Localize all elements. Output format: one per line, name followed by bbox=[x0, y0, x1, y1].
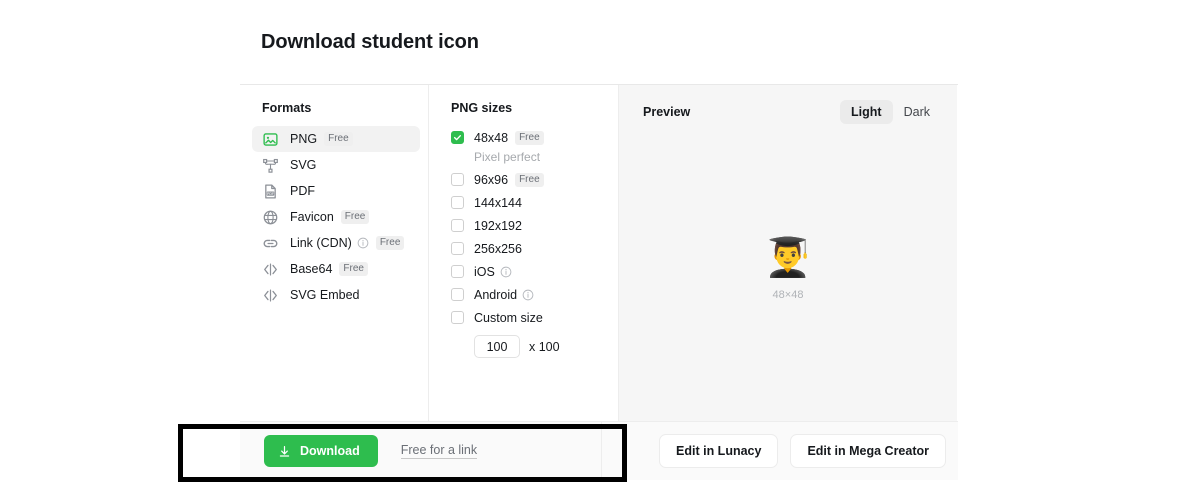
code-brackets-icon bbox=[262, 287, 279, 304]
info-icon[interactable] bbox=[357, 237, 369, 249]
free-badge: Free bbox=[515, 172, 544, 187]
size-item-144x144[interactable]: 144x144 bbox=[429, 191, 618, 214]
size-checkbox[interactable] bbox=[451, 196, 464, 209]
format-item-favicon[interactable]: Favicon Free bbox=[252, 204, 420, 230]
download-card: Formats PNG Free SVG PDF PDF Favicon Free Link … bbox=[240, 84, 958, 480]
image-icon bbox=[262, 131, 279, 148]
preview-column: Preview Light Dark 👨‍🎓 48×48 bbox=[619, 85, 957, 421]
preview-header: Preview Light Dark bbox=[619, 100, 957, 124]
size-item-label: 144x144 bbox=[474, 195, 522, 210]
size-checkbox[interactable] bbox=[451, 265, 464, 278]
link-icon bbox=[262, 235, 279, 252]
free-badge: Free bbox=[339, 262, 368, 276]
preview-stage: 👨‍🎓 48×48 bbox=[619, 134, 957, 402]
size-item-label: Custom size bbox=[474, 310, 543, 325]
format-item-png[interactable]: PNG Free bbox=[252, 126, 420, 152]
preview-heading: Preview bbox=[643, 105, 691, 119]
download-button[interactable]: Download bbox=[264, 435, 378, 467]
size-checkbox[interactable] bbox=[451, 288, 464, 301]
format-item-pdf[interactable]: PDF PDF bbox=[252, 178, 420, 204]
format-item-label: Favicon bbox=[290, 210, 334, 224]
globe-icon bbox=[262, 209, 279, 226]
format-item-label: SVG bbox=[290, 158, 317, 172]
svg-nodes-icon bbox=[262, 157, 279, 174]
format-item-label: PNG bbox=[290, 132, 318, 146]
size-item-label: 192x192 bbox=[474, 218, 522, 233]
size-item-label: Android bbox=[474, 287, 518, 302]
theme-light-button[interactable]: Light bbox=[840, 100, 893, 124]
theme-dark-button[interactable]: Dark bbox=[893, 100, 941, 124]
preview-size-caption: 48×48 bbox=[772, 289, 804, 301]
size-item-48x48[interactable]: 48x48 Free bbox=[429, 126, 618, 149]
card-columns: Formats PNG Free SVG PDF PDF Favicon Free Link … bbox=[240, 85, 958, 421]
footer-right: Edit in Lunacy Edit in Mega Creator bbox=[602, 422, 958, 480]
png-sizes-heading: PNG sizes bbox=[451, 101, 513, 115]
size-item-192x192[interactable]: 192x192 bbox=[429, 214, 618, 237]
size-item-label: iOS bbox=[474, 264, 495, 279]
size-item-label: 256x256 bbox=[474, 241, 522, 256]
free-for-a-link[interactable]: Free for a link bbox=[400, 443, 478, 459]
png-sizes-list: 48x48 Free Pixel perfect 96x96 Free 144x144 19… bbox=[429, 126, 618, 329]
size-checkbox[interactable] bbox=[451, 219, 464, 232]
size-item-256x256[interactable]: 256x256 bbox=[429, 237, 618, 260]
size-item-label: 48x48 bbox=[474, 130, 509, 145]
free-badge: Free bbox=[375, 236, 405, 250]
size-checkbox[interactable] bbox=[451, 242, 464, 255]
download-dialog-screenshot: Download student icon Formats PNG Free SVG… bbox=[0, 0, 1200, 500]
info-icon[interactable] bbox=[522, 289, 534, 301]
student-icon: 👨‍🎓 bbox=[764, 235, 812, 279]
format-item-label: SVG Embed bbox=[290, 288, 360, 302]
code-brackets-icon bbox=[262, 261, 279, 278]
format-item-svg[interactable]: SVG bbox=[252, 152, 420, 178]
size-checkbox[interactable] bbox=[451, 173, 464, 186]
free-badge: Free bbox=[340, 210, 370, 224]
download-button-label: Download bbox=[300, 444, 360, 458]
free-badge: Free bbox=[515, 130, 544, 145]
custom-size-input[interactable] bbox=[474, 335, 520, 358]
card-footer: Download Free for a link Edit in Lunacy … bbox=[240, 421, 958, 480]
format-item-label: PDF bbox=[290, 184, 315, 198]
format-item-svg-embed[interactable]: SVG Embed bbox=[252, 282, 420, 308]
size-item-custom-size[interactable]: Custom size bbox=[429, 306, 618, 329]
size-item-sublabel: Pixel perfect bbox=[474, 150, 541, 164]
format-item-label: Link (CDN) bbox=[290, 236, 352, 250]
size-item-ios[interactable]: iOS bbox=[429, 260, 618, 283]
edit-in-lunacy-button[interactable]: Edit in Lunacy bbox=[659, 434, 779, 468]
png-sizes-column: PNG sizes 48x48 Free Pixel perfect 96x96 Fre… bbox=[429, 85, 619, 421]
format-item-link-cdn[interactable]: Link (CDN) Free bbox=[252, 230, 420, 256]
size-checkbox[interactable] bbox=[451, 131, 464, 144]
free-badge: Free bbox=[324, 132, 353, 146]
formats-list: PNG Free SVG PDF PDF Favicon Free Link (CDN) Fre… bbox=[240, 126, 428, 308]
edit-in-mega-creator-button[interactable]: Edit in Mega Creator bbox=[790, 434, 946, 468]
info-icon[interactable] bbox=[500, 266, 512, 278]
size-item-android[interactable]: Android bbox=[429, 283, 618, 306]
theme-toggle: Light Dark bbox=[840, 100, 941, 124]
formats-column: Formats PNG Free SVG PDF PDF Favicon Free Link … bbox=[240, 85, 429, 421]
svg-text:PDF: PDF bbox=[267, 191, 274, 195]
custom-size-row: x 100 bbox=[429, 335, 618, 358]
download-arrow-icon bbox=[278, 445, 291, 458]
format-item-label: Base64 bbox=[290, 262, 333, 276]
size-checkbox[interactable] bbox=[451, 311, 464, 324]
footer-left: Download Free for a link bbox=[240, 422, 603, 480]
size-item-96x96[interactable]: 96x96 Free bbox=[429, 168, 618, 191]
pdf-file-icon: PDF bbox=[262, 183, 279, 200]
custom-size-suffix: x 100 bbox=[529, 339, 560, 354]
format-item-base64[interactable]: Base64 Free bbox=[252, 256, 420, 282]
formats-heading: Formats bbox=[262, 101, 312, 115]
size-item-label: 96x96 bbox=[474, 172, 509, 187]
page-title: Download student icon bbox=[261, 31, 479, 53]
